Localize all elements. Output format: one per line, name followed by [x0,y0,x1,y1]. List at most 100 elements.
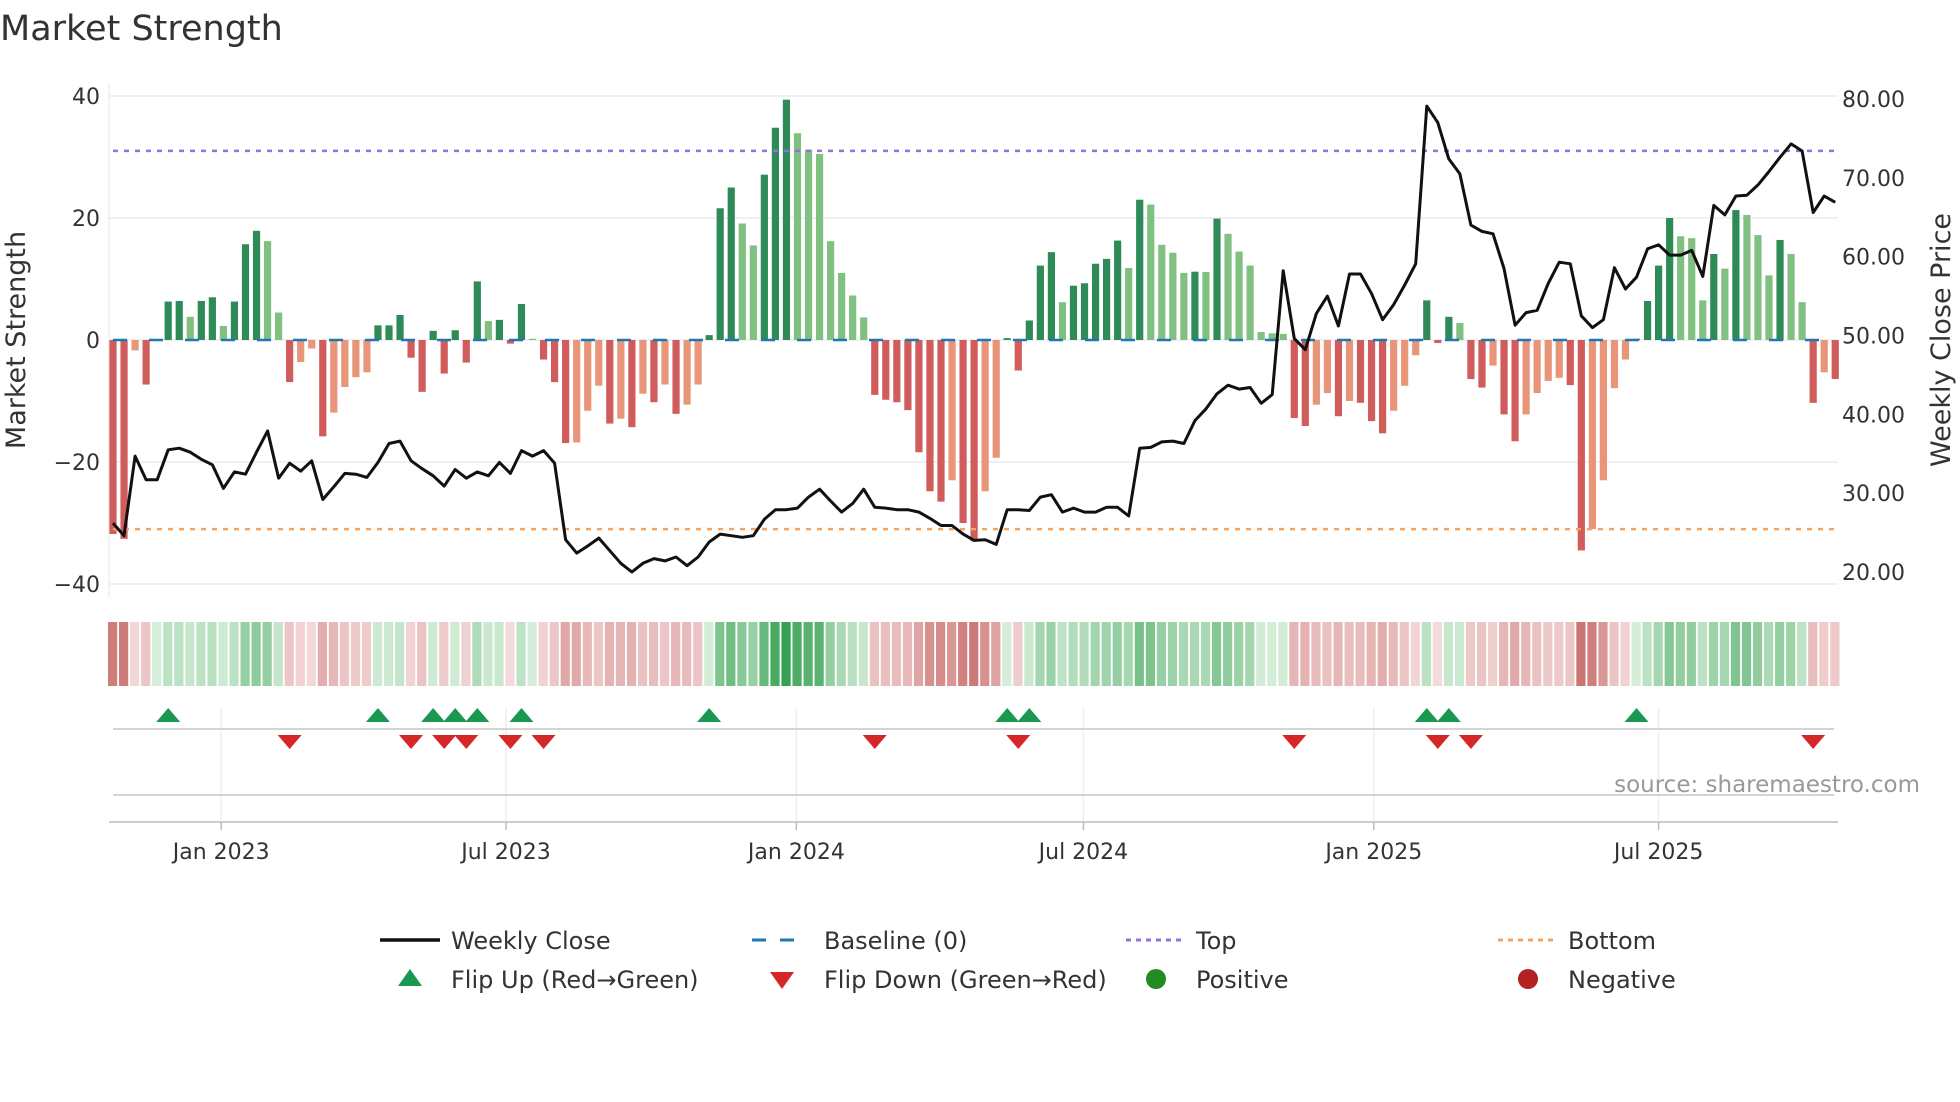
strength-bar [208,297,216,340]
strength-bar [363,340,371,373]
heatmap-cell [450,622,460,686]
heatmap-cell [1112,622,1122,686]
heatmap-cell [1631,622,1641,686]
heatmap-cell [637,622,648,686]
heatmap-cell [969,622,979,686]
x-tick-label: Jan 2024 [746,840,845,865]
heatmap-cell [1046,622,1056,686]
legend-label: Baseline (0) [824,927,967,955]
strength-bar [562,340,570,444]
triangle-down-icon [770,972,794,989]
heatmap-cell [361,622,372,686]
heatmap-cell [505,622,515,686]
heatmap-cell [1730,622,1741,686]
heatmap-cell [604,622,614,686]
heatmap-cell [119,622,129,686]
strength-bar [1401,340,1409,386]
strength-bar [1434,340,1442,344]
y-tick-label: −20 [54,451,100,476]
flip-up-marker [443,708,468,722]
strength-bar [1334,340,1343,417]
strength-bar [1158,244,1166,340]
strength-bar [1511,340,1519,442]
flip-down-marker [862,735,887,749]
strength-bar [606,340,614,424]
strength-bar [1103,258,1111,340]
heatmap-cell [958,622,968,686]
strength-bar [1798,302,1806,340]
strength-bar [1069,285,1078,340]
heatmap-cell [869,622,879,686]
heatmap-cell [847,622,857,686]
heatmap-cell [1223,622,1233,686]
heatmap-cell [1145,622,1155,686]
heatmap-cell [196,622,206,686]
strength-bar [109,340,117,534]
heatmap-cell [328,622,338,686]
strength-bar [849,295,857,340]
heatmap-cell [1664,622,1674,686]
strength-bars [109,99,1839,551]
strength-bar [230,301,239,340]
strength-bar [1710,253,1718,340]
strength-bar [1677,236,1685,340]
heatmap-cell [924,622,935,686]
strength-bar [1500,340,1508,415]
flip-down-marker [277,735,302,749]
strength-bar [1621,340,1630,360]
heatmap-cell [1035,622,1045,686]
heatmap-cell [1432,622,1442,686]
y2-tick-label: 40.00 [1842,403,1905,428]
heatmap-cell [660,622,670,686]
strength-bar [793,133,802,340]
heatmap-cell [1377,622,1387,686]
y-tick-label: 20 [72,207,100,232]
circle-icon [1518,969,1538,989]
strength-bar [1721,268,1729,340]
heatmap-cell [372,622,383,686]
right-axis-ticks: 80.00 70.00 60.00 50.00 40.00 30.00 20.00 [1842,88,1905,586]
heatmap-cell [1355,622,1365,686]
strength-bar [860,317,868,340]
legend-label: Negative [1568,966,1676,994]
strength-bar [683,340,691,405]
legend-bottom: Bottom [1498,927,1656,955]
heatmap-cell [1189,622,1200,686]
heatmap-cell [1830,622,1840,686]
legend-weekly-close: Weekly Close [380,927,611,955]
strength-bar [1787,253,1795,340]
heatmap-cell [1488,622,1498,686]
heatmap-cell [1212,622,1222,686]
strength-bar [639,340,647,394]
flip-down-marker [1425,735,1450,749]
strength-bar [1599,340,1607,481]
strength-bar [1180,272,1188,340]
heatmap-cell [704,622,714,686]
heatmap-cell [262,622,272,686]
legend-positive: Positive [1146,966,1289,994]
heatmap-cell [141,622,151,686]
strength-bar [915,340,923,453]
heatmap-cell [1454,622,1465,686]
strength-bar [263,241,272,340]
heatmap-cell [1808,622,1818,686]
heatmap-cell [1443,622,1454,686]
strength-bar [1655,265,1663,340]
heatmap-cell [1311,622,1321,686]
legend: Weekly Close Baseline (0) Top Bottom Flip Up… [380,927,1676,994]
legend-baseline: Baseline (0) [752,927,967,955]
strength-bar [1213,218,1221,340]
heatmap-cell [483,622,493,686]
strength-bar [1202,271,1210,340]
heatmap-cell [1322,622,1332,686]
heatmap-cell [571,622,581,686]
heatmap-cell [494,622,504,686]
heatmap-cell [1775,622,1785,686]
heatmap-cell [626,622,637,686]
strength-bar [275,312,283,340]
date-axis: Jan 2023 Jul 2023 Jan 2024 Jul 2024 Jan 2025… [109,821,1838,865]
x-tick-label: Jan 2025 [1323,840,1422,865]
strength-bar [1191,271,1199,340]
strength-bar [1003,338,1011,340]
y2-tick-label: 30.00 [1842,482,1905,507]
